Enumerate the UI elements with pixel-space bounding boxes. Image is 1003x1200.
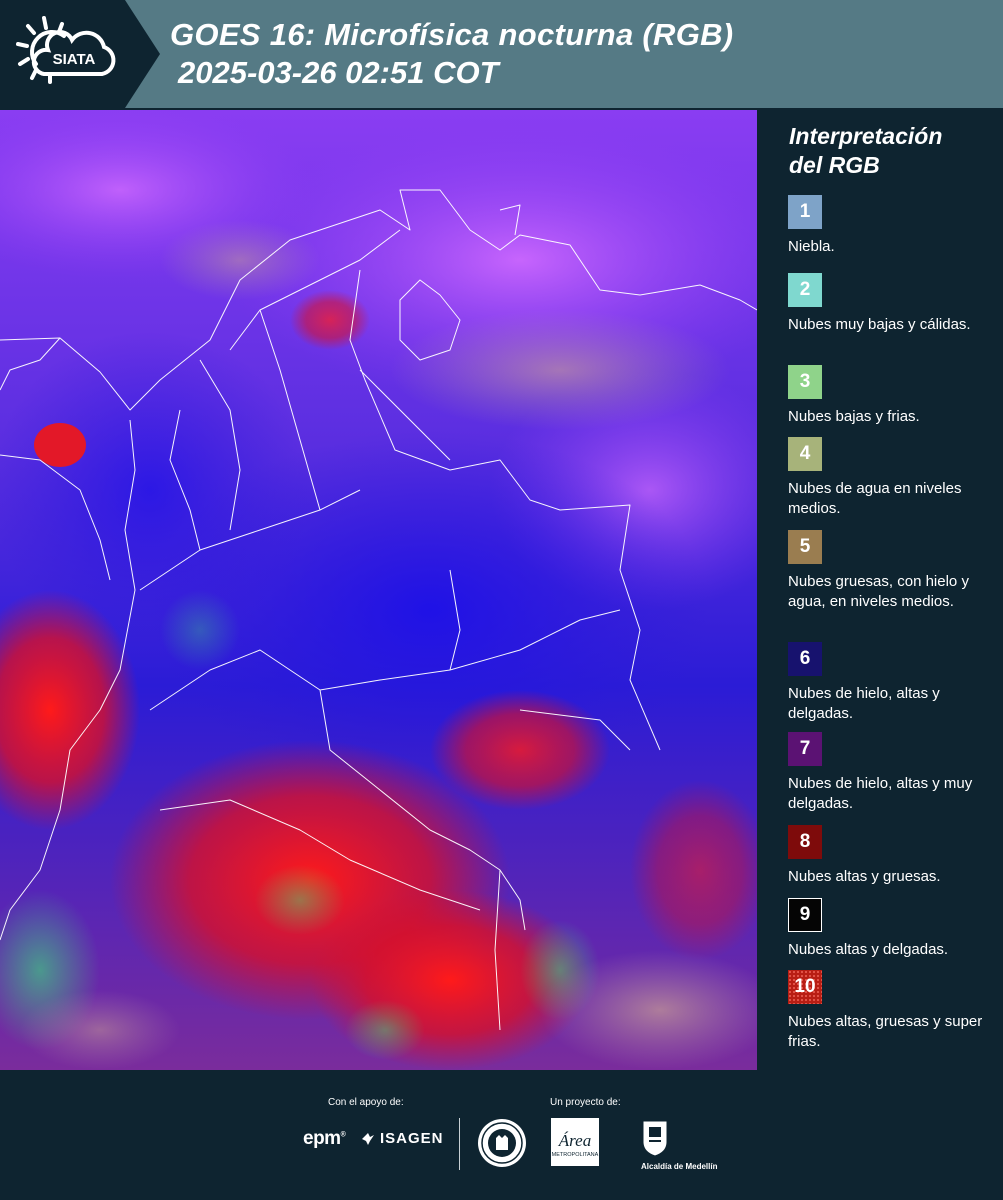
legend-label-7: Nubes de hielo, altas y muy delgadas. — [788, 775, 973, 812]
legend-label-5: Nubes gruesas, con hielo y agua, en nive… — [788, 573, 969, 610]
legend-swatch-10: 10 — [788, 970, 822, 1004]
project-label: Un proyecto de: — [550, 1097, 621, 1108]
page-timestamp: 2025-03-26 02:51 COT — [178, 55, 499, 90]
legend-title-line1: Interpretación — [789, 123, 943, 149]
legend-swatch-5: 5 — [788, 530, 822, 564]
isagen-logo-text: ISAGEN — [380, 1130, 444, 1147]
legend-swatch-3: 3 — [788, 365, 822, 399]
legend-label-9: Nubes altas y delgadas. — [788, 941, 949, 958]
legend-title: Interpretación del RGB — [789, 122, 942, 180]
area-metropolitana-logo[interactable]: Área METROPOLITANA — [551, 1118, 599, 1166]
legend-label-2: Nubes muy bajas y cálidas. — [788, 316, 971, 333]
legend-label-8: Nubes altas y gruesas. — [788, 868, 941, 885]
legend-item-7: 7 Nubes de hielo, altas y muy delgadas. — [788, 732, 998, 814]
satellite-map-canvas — [0, 110, 757, 1070]
legend-label-3: Nubes bajas y frias. — [788, 408, 920, 425]
legend-swatch-1: 1 — [788, 195, 822, 229]
legend-label-10: Nubes altas, gruesas y super frias. — [788, 1013, 983, 1050]
legend-swatch-6: 6 — [788, 642, 822, 676]
legend-item-4: 4 Nubes de agua en niveles medios. — [788, 437, 998, 519]
epm-logo-text: epm — [303, 1128, 341, 1149]
header-bar: SIATA GOES 16: Microfísica nocturna (RGB… — [0, 0, 1003, 108]
legend-swatch-9: 9 — [788, 898, 822, 932]
legend-item-2: 2 Nubes muy bajas y cálidas. — [788, 273, 998, 335]
area-logo-subtitle: METROPOLITANA — [552, 1152, 599, 1158]
legend-title-line2: del RGB — [789, 152, 880, 178]
legend-item-10: 10 Nubes altas, gruesas y super frias. — [788, 970, 998, 1052]
siata-logo[interactable]: SIATA — [0, 0, 160, 108]
isagen-mark-icon — [362, 1132, 374, 1145]
legend-swatch-2: 2 — [788, 273, 822, 307]
legend-swatch-8: 8 — [788, 825, 822, 859]
legend-item-6: 6 Nubes de hielo, altas y delgadas. — [788, 642, 998, 724]
legend-label-6: Nubes de hielo, altas y delgadas. — [788, 685, 940, 722]
legend-item-3: 3 Nubes bajas y frias. — [788, 365, 998, 427]
legend-item-5: 5 Nubes gruesas, con hielo y agua, en ni… — [788, 530, 998, 612]
university-seal-icon[interactable] — [477, 1118, 527, 1168]
siata-logo-text: SIATA — [53, 51, 96, 68]
satellite-rgb-map[interactable] — [0, 110, 757, 1070]
alcaldia-shield-icon[interactable] — [640, 1118, 670, 1158]
support-label: Con el apoyo de: — [328, 1097, 404, 1108]
footer-divider — [459, 1118, 460, 1170]
legend-swatch-7: 7 — [788, 732, 822, 766]
rgb-legend: Interpretación del RGB 1 Niebla. 2 Nubes… — [765, 110, 1003, 1070]
footer: Con el apoyo de: Un proyecto de: epm® IS… — [0, 1070, 1003, 1200]
legend-label-1: Niebla. — [788, 238, 835, 255]
legend-item-8: 8 Nubes altas y gruesas. — [788, 825, 998, 887]
legend-item-1: 1 Niebla. — [788, 195, 998, 257]
isagen-logo[interactable]: ISAGEN — [360, 1130, 444, 1147]
epm-logo[interactable]: epm® — [303, 1128, 346, 1150]
alcaldia-label: Alcaldía de Medellín — [641, 1162, 718, 1171]
legend-item-9: 9 Nubes altas y delgadas. — [788, 898, 998, 960]
page-title: GOES 16: Microfísica nocturna (RGB) — [170, 17, 734, 52]
area-logo-text: Área — [558, 1131, 591, 1150]
legend-label-4: Nubes de agua en niveles medios. — [788, 480, 962, 517]
legend-swatch-4: 4 — [788, 437, 822, 471]
siata-sun-cloud-icon: SIATA — [16, 16, 116, 84]
